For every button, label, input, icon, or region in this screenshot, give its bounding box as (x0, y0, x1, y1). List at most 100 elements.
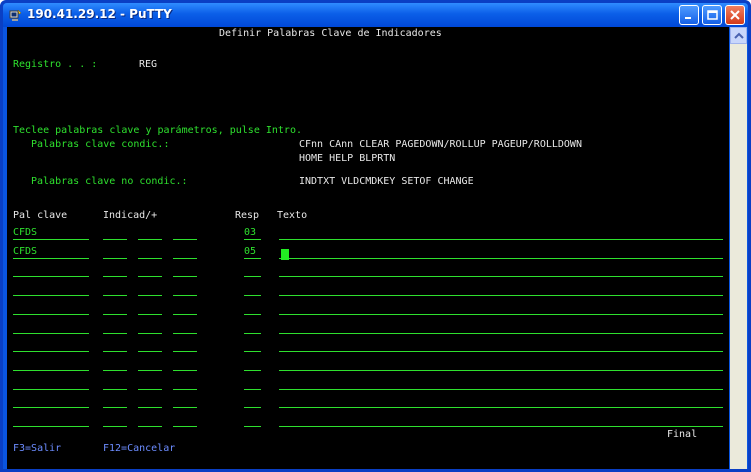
resp-field[interactable] (244, 388, 261, 390)
indicator-field-1[interactable] (103, 257, 127, 259)
text-field[interactable] (279, 276, 723, 278)
indicator-field-2[interactable] (138, 426, 162, 427)
resp-field[interactable] (244, 426, 261, 427)
maximize-icon (707, 10, 718, 20)
text-field[interactable] (279, 388, 723, 390)
minimize-button[interactable] (679, 5, 699, 25)
text-field[interactable] (279, 407, 723, 409)
maximize-button[interactable] (702, 5, 722, 25)
resp-value[interactable]: 05 (244, 246, 256, 258)
resp-field[interactable] (244, 295, 261, 297)
text-field[interactable] (279, 351, 723, 353)
indicator-field-3[interactable] (173, 313, 197, 315)
indicator-field-2[interactable] (138, 276, 162, 278)
indicator-field-1[interactable] (103, 332, 127, 334)
fkey-exit[interactable]: F3=Salir (13, 443, 61, 455)
keyword-field[interactable] (13, 313, 89, 315)
cond-keywords-line2: HOME HELP BLPRTN (299, 153, 396, 164)
indicator-field-3[interactable] (173, 369, 197, 371)
indicator-field-1[interactable] (103, 426, 127, 427)
indicator-field-2[interactable] (138, 295, 162, 297)
indicator-field-1[interactable] (103, 276, 127, 278)
resp-field[interactable] (244, 313, 261, 315)
indicator-field-3[interactable] (173, 257, 197, 259)
resp-field[interactable] (244, 332, 261, 334)
close-icon (730, 10, 740, 20)
vertical-scrollbar[interactable] (730, 27, 747, 469)
col-header-keyword: Pal clave (13, 210, 68, 221)
resp-value[interactable]: 03 (244, 227, 256, 239)
registro-label: Registro . . : (13, 59, 98, 70)
indicator-field-3[interactable] (173, 332, 197, 334)
cond-keywords-label: Palabras clave condic.: (31, 139, 170, 150)
indicator-field-1[interactable] (103, 351, 127, 353)
terminal-screen[interactable]: Definir Palabras Clave de Indicadores Re… (7, 27, 729, 469)
keyword-field[interactable] (13, 257, 89, 259)
text-field[interactable] (279, 313, 723, 315)
keyword-field[interactable] (13, 407, 89, 409)
title-bar[interactable]: 190.41.29.12 - PuTTY (3, 3, 748, 27)
keyword-field[interactable] (13, 351, 89, 353)
status-final: Final (667, 429, 698, 440)
indicator-field-3[interactable] (173, 426, 197, 427)
indicator-field-3[interactable] (173, 239, 197, 240)
cond-keywords-line1: CFnn CAnn CLEAR PAGEDOWN/ROLLUP PAGEUP/R… (299, 139, 582, 150)
indicator-field-2[interactable] (138, 407, 162, 409)
indicator-field-3[interactable] (173, 351, 197, 353)
text-field[interactable] (279, 332, 723, 334)
indicator-field-3[interactable] (173, 407, 197, 409)
resp-field[interactable] (244, 239, 261, 240)
putty-window: 190.41.29.12 - PuTTY Definir Palabras Cl… (0, 0, 751, 472)
window-title: 190.41.29.12 - PuTTY (27, 7, 172, 21)
text-field[interactable] (279, 426, 723, 427)
resp-field[interactable] (244, 407, 261, 409)
screen-heading: Definir Palabras Clave de Indicadores (219, 28, 442, 39)
putty-app-icon (9, 9, 22, 21)
indicator-field-1[interactable] (103, 239, 127, 240)
indicator-field-2[interactable] (138, 257, 162, 259)
keyword-value[interactable]: CFDS (13, 227, 37, 239)
indicator-field-3[interactable] (173, 295, 197, 297)
scroll-up-arrow-icon (734, 32, 744, 39)
keyword-field[interactable] (13, 276, 89, 278)
col-header-text: Texto (277, 210, 308, 221)
text-field[interactable] (279, 369, 723, 371)
indicator-field-1[interactable] (103, 369, 127, 371)
keyword-field[interactable] (13, 295, 89, 297)
indicator-field-1[interactable] (103, 388, 127, 390)
col-header-indicators: Indicad/+ (103, 210, 158, 221)
indicator-field-2[interactable] (138, 388, 162, 390)
indicator-field-3[interactable] (173, 388, 197, 390)
indicator-field-2[interactable] (138, 369, 162, 371)
indicator-field-1[interactable] (103, 313, 127, 315)
indicator-field-1[interactable] (103, 407, 127, 409)
indicator-field-3[interactable] (173, 276, 197, 278)
indicator-field-2[interactable] (138, 239, 162, 240)
keyword-field[interactable] (13, 369, 89, 371)
keyword-field[interactable] (13, 239, 89, 240)
text-field[interactable] (279, 239, 723, 240)
indicator-field-1[interactable] (103, 295, 127, 297)
resp-field[interactable] (244, 276, 261, 278)
nocond-keywords-line: INDTXT VLDCMDKEY SETOF CHANGE (299, 176, 474, 187)
resp-field[interactable] (244, 257, 261, 259)
indicator-field-2[interactable] (138, 351, 162, 353)
text-cursor (281, 249, 289, 260)
minimize-icon (685, 17, 691, 19)
resp-field[interactable] (244, 351, 261, 353)
keyword-value[interactable]: CFDS (13, 246, 37, 258)
indicator-field-2[interactable] (138, 313, 162, 315)
close-button[interactable] (725, 5, 745, 25)
indicator-field-2[interactable] (138, 332, 162, 334)
col-header-resp: Resp (235, 210, 260, 221)
scroll-up-button[interactable] (730, 27, 747, 44)
keyword-field[interactable] (13, 388, 89, 390)
fkey-cancel[interactable]: F12=Cancelar (103, 443, 175, 455)
instructions-text: Teclee palabras clave y parámetros, puls… (13, 125, 302, 136)
registro-value: REG (139, 59, 158, 70)
resp-field[interactable] (244, 369, 261, 371)
keyword-field[interactable] (13, 332, 89, 334)
keyword-field[interactable] (13, 426, 89, 427)
text-field[interactable] (279, 257, 723, 259)
text-field[interactable] (279, 295, 723, 297)
